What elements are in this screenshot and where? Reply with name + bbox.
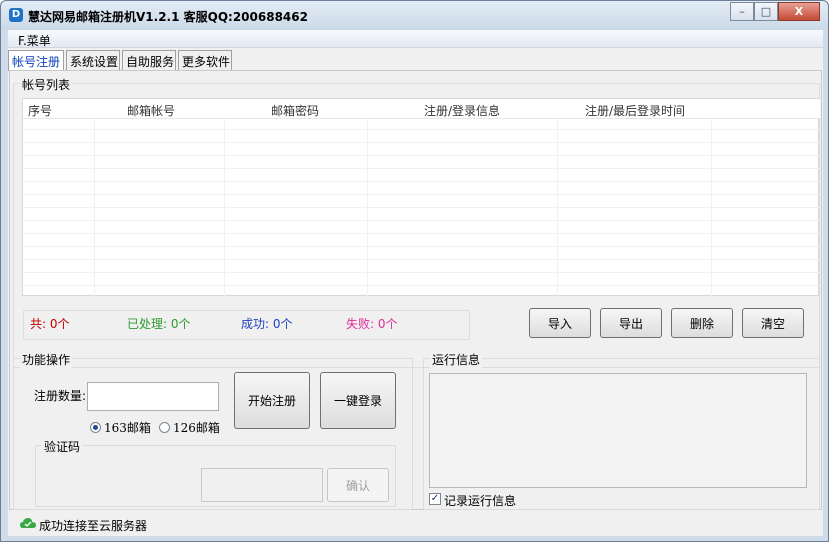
tab-pane-account-register: 帐号列表 序号 邮箱帐号 邮箱密码 注册/登录信息 注册/最后登录时间 共: 0… (9, 70, 822, 510)
function-group-title: 功能操作 (20, 351, 73, 368)
stat-success: 成功: 0个 (241, 317, 293, 331)
maximize-button[interactable]: □ (754, 2, 778, 21)
table-header: 序号 邮箱帐号 邮箱密码 注册/登录信息 注册/最后登录时间 (23, 99, 820, 119)
log-group-title: 运行信息 (430, 351, 483, 368)
table-row (23, 171, 820, 182)
app-window: D 慧达网易邮箱注册机V1.2.1 客服QQ:200688462 – □ X F… (0, 0, 829, 542)
account-list-table[interactable]: 序号 邮箱帐号 邮箱密码 注册/登录信息 注册/最后登录时间 (22, 98, 820, 297)
function-group: 功能操作 注册数量: 开始注册 一键登录 163邮箱 126邮箱 验证码 确认 (13, 351, 413, 510)
column-header-login-info[interactable]: 注册/登录信息 (424, 102, 500, 119)
captcha-input[interactable] (201, 468, 323, 502)
captcha-title: 验证码 (42, 438, 83, 455)
tab-system-settings[interactable]: 系统设置 (66, 50, 120, 70)
tab-self-service[interactable]: 自助服务 (122, 50, 176, 70)
cloud-icon (20, 518, 36, 528)
record-log-checkbox[interactable]: ✓ (429, 493, 441, 505)
record-log-label[interactable]: 记录运行信息 (444, 492, 516, 509)
table-row (23, 158, 820, 169)
table-row (23, 223, 820, 234)
radio-163-mail[interactable] (90, 422, 101, 433)
window-controls: – □ X (730, 2, 820, 22)
register-count-label: 注册数量: (34, 389, 87, 403)
app-logo-icon: D (9, 8, 23, 22)
menu-file[interactable]: F.菜单 (18, 32, 51, 49)
table-row (23, 132, 820, 143)
table-row (23, 119, 820, 130)
close-button[interactable]: X (778, 2, 820, 21)
table-row (23, 249, 820, 260)
status-bar: 成功连接至云服务器 (8, 513, 823, 536)
start-register-button[interactable]: 开始注册 (234, 372, 310, 429)
stat-failed: 失败: 0个 (346, 317, 398, 331)
table-row (23, 210, 820, 221)
one-click-login-button[interactable]: 一键登录 (320, 372, 396, 429)
radio-126-mail-label[interactable]: 126邮箱 (173, 419, 220, 436)
client-area: F.菜单 帐号注册 系统设置 自助服务 更多软件 帐号列表 序号 邮箱帐号 邮箱… (8, 30, 823, 536)
window-title: 慧达网易邮箱注册机V1.2.1 客服QQ:200688462 (28, 10, 308, 24)
captcha-group: 验证码 确认 (35, 438, 396, 507)
tab-account-register[interactable]: 帐号注册 (8, 50, 64, 71)
log-group: 运行信息 ✓ 记录运行信息 (423, 351, 820, 510)
table-row (23, 184, 820, 195)
column-header-email[interactable]: 邮箱帐号 (127, 102, 175, 119)
export-button[interactable]: 导出 (600, 308, 662, 338)
captcha-confirm-button[interactable]: 确认 (327, 468, 389, 502)
log-textarea[interactable] (429, 373, 807, 488)
table-row (23, 275, 820, 286)
menu-bar: F.菜单 (8, 30, 823, 48)
account-list-title: 帐号列表 (20, 76, 73, 93)
import-button[interactable]: 导入 (529, 308, 591, 338)
register-count-input[interactable] (87, 382, 219, 411)
delete-button[interactable]: 删除 (671, 308, 733, 338)
column-header-index[interactable]: 序号 (28, 102, 52, 119)
title-bar: D 慧达网易邮箱注册机V1.2.1 客服QQ:200688462 – □ X (1, 1, 828, 30)
column-header-password[interactable]: 邮箱密码 (271, 102, 319, 119)
column-header-time[interactable]: 注册/最后登录时间 (585, 102, 685, 119)
radio-126-mail[interactable] (159, 422, 170, 433)
status-text: 成功连接至云服务器 (39, 519, 148, 533)
table-row (23, 197, 820, 208)
tab-more-software[interactable]: 更多软件 (178, 50, 232, 70)
stat-processed: 已处理: 0个 (127, 317, 191, 331)
table-row (23, 145, 820, 156)
stat-total: 共: 0个 (30, 317, 70, 331)
minimize-button[interactable]: – (730, 2, 754, 21)
clear-button[interactable]: 清空 (742, 308, 804, 338)
table-row (23, 236, 820, 247)
table-row (23, 262, 820, 273)
radio-163-mail-label[interactable]: 163邮箱 (104, 419, 151, 436)
